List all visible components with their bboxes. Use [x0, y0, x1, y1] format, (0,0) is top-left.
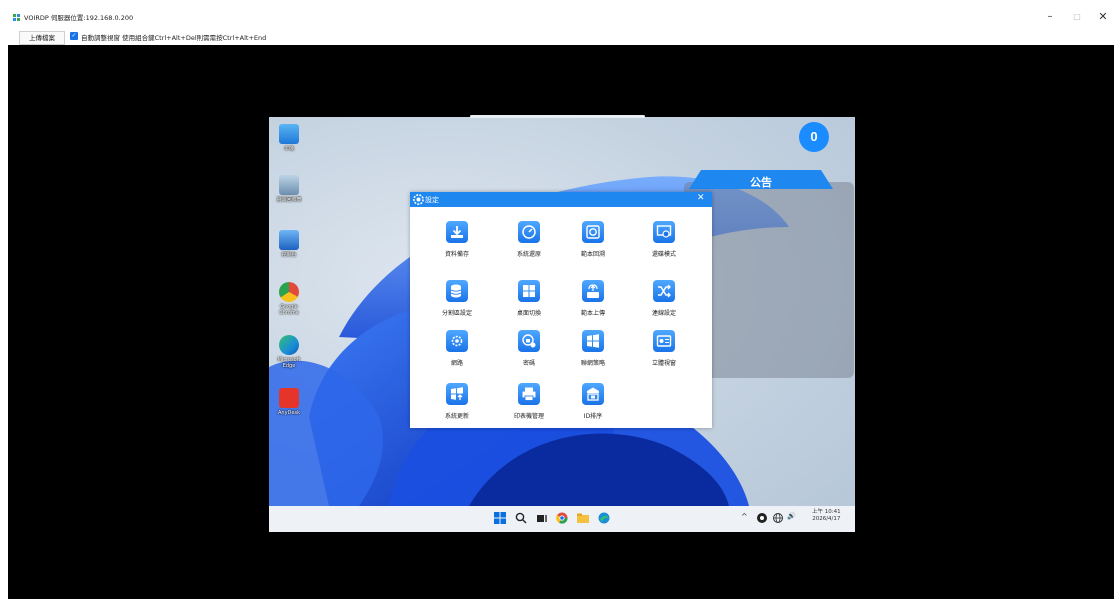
- tile-printer-manage[interactable]: 印表機管理: [504, 383, 554, 420]
- speaker-icon[interactable]: 🔊: [787, 512, 796, 520]
- recycle-bin-icon: [279, 175, 299, 195]
- tile-version-rollback[interactable]: 範本回溯: [568, 221, 618, 258]
- screen-restore-icon: [653, 221, 675, 243]
- tile-version-upload[interactable]: 範本上傳: [568, 280, 618, 317]
- window-titlebar: VOIRDP 伺服器位置:192.168.0.200 – □ ✕: [0, 0, 1114, 30]
- shuffle-icon: [653, 280, 675, 302]
- tile-password[interactable]: 密碼: [504, 330, 554, 367]
- maximize-button[interactable]: □: [1067, 9, 1087, 25]
- upload-file-button[interactable]: 上傳檔案: [19, 31, 65, 45]
- settings-dialog-title: 設定: [425, 196, 439, 204]
- start-icon[interactable]: [494, 512, 506, 524]
- auto-adjust-checkbox[interactable]: ✓: [70, 32, 78, 40]
- desktop-icon-microsoft-edge[interactable]: Microsoft Edge: [275, 335, 303, 369]
- toolbar: 上傳檔案 ✓ 自動調整視窗 使用組合鍵Ctrl+Alt+Del則需需按Ctrl+…: [0, 30, 1114, 45]
- edge-taskbar-icon[interactable]: [598, 512, 610, 524]
- minimize-button[interactable]: –: [1040, 9, 1060, 25]
- id-sort-icon: [582, 383, 604, 405]
- anydesk-icon: [279, 388, 299, 408]
- windows-grid-icon: [518, 280, 540, 302]
- database-icon: [446, 280, 468, 302]
- network-gear-icon: [446, 330, 468, 352]
- desktop-icon-control-panel[interactable]: 控制台: [275, 230, 303, 258]
- app-logo-icon: [13, 14, 20, 21]
- gear-icon: [413, 194, 424, 205]
- close-button[interactable]: ✕: [1093, 9, 1113, 25]
- monitor-icon: [279, 124, 299, 144]
- tile-networking-policy[interactable]: 聯網策略: [568, 330, 618, 367]
- windows-policy-icon: [582, 330, 604, 352]
- windows-update-icon: [446, 383, 468, 405]
- tile-instant-window[interactable]: 立體視窗: [639, 330, 689, 367]
- iso-upload-icon: [582, 280, 604, 302]
- download-icon: [446, 221, 468, 243]
- settings-dialog-header: 設定 ✕: [410, 192, 712, 207]
- tray-app-icon[interactable]: [756, 512, 768, 524]
- control-panel-icon: [279, 230, 299, 250]
- desktop-icon-recycle-bin[interactable]: 資源回收筒: [275, 175, 303, 203]
- lock-gear-icon: [518, 330, 540, 352]
- chrome-icon: [279, 282, 299, 302]
- tile-desktop-switch[interactable]: 桌面切換: [504, 280, 554, 317]
- settings-dialog: 設定 ✕ 資料備存 系統還原 範本回溯 還碟模式 分割區設定 桌面切換 範本上傳…: [410, 192, 712, 428]
- disk-rollback-icon: [582, 221, 604, 243]
- tile-partition-setup[interactable]: 分割區設定: [432, 280, 482, 317]
- printer-icon: [518, 383, 540, 405]
- desktop-icon-google-chrome[interactable]: Google Chrome: [275, 282, 303, 316]
- window-title: VOIRDP 伺服器位置:192.168.0.200: [24, 14, 134, 22]
- window-panel-icon: [653, 330, 675, 352]
- tile-system-restore[interactable]: 系統還原: [504, 221, 554, 258]
- tray-chevron-icon[interactable]: ^: [741, 512, 748, 521]
- remote-connection-bar[interactable]: [470, 115, 645, 118]
- tile-network[interactable]: 網路: [432, 330, 482, 367]
- gauge-icon: [518, 221, 540, 243]
- edge-icon: [279, 335, 299, 355]
- search-icon[interactable]: [515, 512, 527, 524]
- notice-title: 公告: [750, 176, 772, 189]
- clock-time: 上午 10:41: [812, 509, 841, 515]
- desktop-icon-anydesk[interactable]: AnyDesk: [275, 388, 303, 416]
- auto-adjust-label: 自動調整視窗 使用組合鍵Ctrl+Alt+Del則需需按Ctrl+Alt+End: [81, 34, 267, 42]
- chrome-taskbar-icon[interactable]: [556, 512, 568, 524]
- task-view-icon[interactable]: [536, 512, 548, 524]
- file-explorer-icon[interactable]: [577, 512, 589, 524]
- tile-connection-setup[interactable]: 連線設定: [639, 280, 689, 317]
- taskbar-clock[interactable]: 上午 10:41 2026/4/17: [812, 509, 841, 523]
- tile-id-sort[interactable]: ID排序: [568, 383, 618, 420]
- tile-restore-mode[interactable]: 還碟模式: [639, 221, 689, 258]
- settings-close-button[interactable]: ✕: [697, 193, 705, 203]
- network-globe-icon[interactable]: [772, 512, 784, 524]
- notification-counter-badge[interactable]: 0: [799, 122, 829, 152]
- tile-data-backup[interactable]: 資料備存: [432, 221, 482, 258]
- tile-system-update[interactable]: 系統更新: [432, 383, 482, 420]
- desktop-icon-this-pc[interactable]: 本機: [275, 124, 303, 152]
- clock-date: 2026/4/17: [812, 516, 841, 522]
